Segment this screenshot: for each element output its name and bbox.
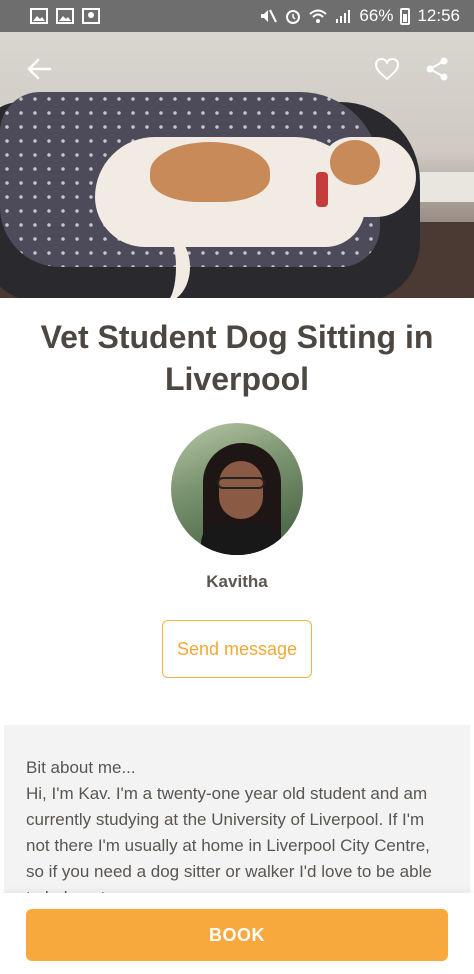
avatar-glasses xyxy=(217,477,265,489)
dog-collar xyxy=(316,172,328,207)
about-text: Hi, I'm Kav. I'm a twenty-one year old s… xyxy=(26,784,432,900)
heart-icon xyxy=(374,57,400,81)
host-name: Kavitha xyxy=(206,572,268,591)
share-button[interactable] xyxy=(420,52,454,86)
arrow-left-icon xyxy=(27,58,52,80)
alarm-icon xyxy=(286,10,301,24)
about-section: Bit about me... Hi, I'm Kav. I'm a twent… xyxy=(4,725,470,900)
share-icon xyxy=(426,57,448,81)
mute-icon xyxy=(261,9,278,23)
send-message-button[interactable]: Send message xyxy=(162,620,312,678)
dog-patch xyxy=(150,142,270,202)
battery-percent: 66% xyxy=(359,6,394,25)
signal-icon xyxy=(336,10,351,23)
avatar-clothing xyxy=(201,523,281,555)
status-bar: 66% 12:56 xyxy=(0,0,474,32)
status-left xyxy=(30,8,100,24)
image-icon xyxy=(56,8,74,24)
avatar[interactable] xyxy=(171,423,303,555)
map-pin-icon xyxy=(82,8,100,24)
about-heading: Bit about me... xyxy=(26,758,136,777)
favorite-button[interactable] xyxy=(370,52,404,86)
listing-title: Vet Student Dog Sitting in Liverpool xyxy=(40,319,434,397)
avatar-face xyxy=(219,461,263,519)
status-right: 66% 12:56 xyxy=(259,6,460,26)
dog-ear xyxy=(330,140,380,185)
clock: 12:56 xyxy=(417,6,460,25)
bottom-bar: BOOK xyxy=(0,893,474,974)
image-icon xyxy=(30,8,48,24)
back-button[interactable] xyxy=(22,52,56,86)
wifi-icon xyxy=(309,9,328,23)
battery-icon xyxy=(400,7,411,25)
book-button[interactable]: BOOK xyxy=(26,909,448,961)
